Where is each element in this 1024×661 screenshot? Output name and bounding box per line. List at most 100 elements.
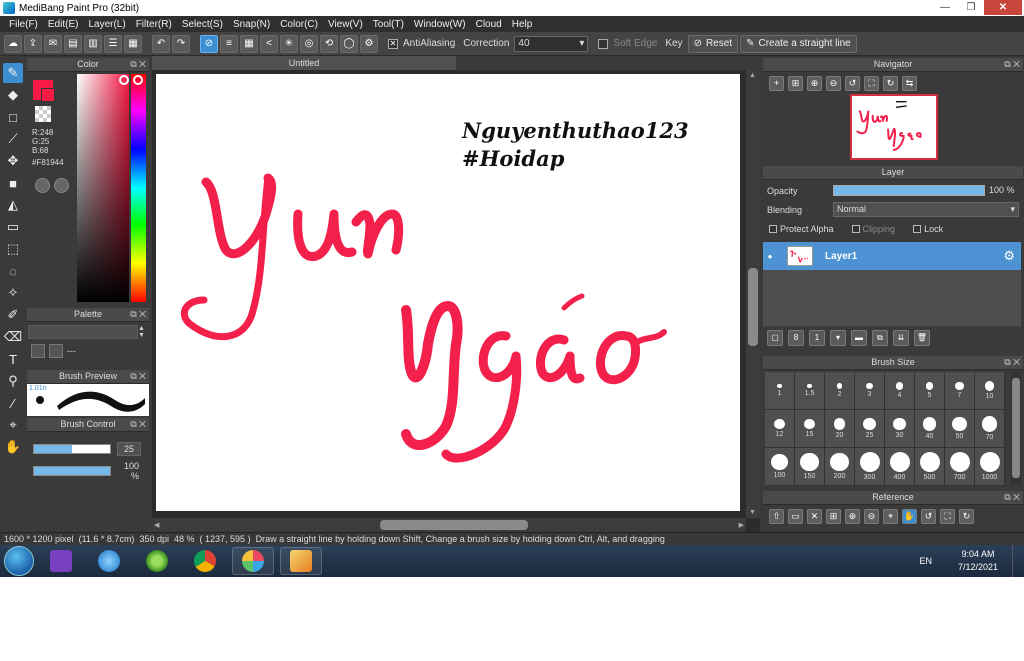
close-icon[interactable]: ✕ — [807, 509, 822, 524]
dot-tool-icon[interactable]: □ — [3, 107, 23, 127]
lasso-select-icon[interactable]: ◌ — [3, 261, 23, 281]
panel-buttons[interactable]: ⧉ ✕ — [130, 370, 146, 383]
minimize-button[interactable]: — — [932, 0, 958, 15]
move-tool-icon[interactable]: ✥ — [3, 151, 23, 171]
select-pen-icon[interactable]: ⟋ — [3, 129, 23, 149]
snap-grid-icon[interactable]: ▦ — [240, 34, 258, 53]
menu-view[interactable]: View(V) — [323, 19, 368, 30]
vertical-scrollbar[interactable]: ▲ ▼ — [746, 70, 760, 518]
hue-cursor[interactable] — [133, 75, 143, 85]
redo-icon[interactable]: ↷ — [172, 34, 190, 53]
scroll-down-icon[interactable]: ▼ — [749, 509, 756, 516]
color-wheel-icon[interactable] — [35, 178, 50, 193]
trash-icon[interactable] — [49, 344, 63, 358]
vertical-scroll-thumb[interactable] — [748, 268, 758, 346]
magic-wand-icon[interactable]: ✧ — [3, 283, 23, 303]
brush-size-value[interactable]: 25 — [117, 442, 141, 456]
hand-tool-icon[interactable]: ✋ — [3, 437, 23, 457]
share-icon[interactable]: ⇪ — [24, 34, 42, 53]
gradient-tool-icon[interactable]: ▭ — [3, 217, 23, 237]
snap-circle-icon[interactable]: ◎ — [300, 34, 318, 53]
layer-settings-icon[interactable]: ▦ — [124, 34, 142, 53]
navigator-thumbnail[interactable] — [850, 94, 938, 160]
menu-filter[interactable]: Filter(R) — [131, 19, 177, 30]
scroll-left-icon[interactable]: ◀ — [154, 521, 159, 529]
menu-file[interactable]: File(F) — [4, 19, 43, 30]
menu-color[interactable]: Color(C) — [275, 19, 323, 30]
menu-select[interactable]: Select(S) — [177, 19, 228, 30]
brush-size-option[interactable]: 400 — [885, 448, 915, 486]
panel-buttons[interactable]: ⧉ ✕ — [1004, 58, 1020, 71]
brush-opacity-slider[interactable] — [33, 466, 111, 476]
create-straight-line-button[interactable]: ✎ Create a straight line — [740, 34, 857, 53]
palette-selector[interactable] — [28, 325, 138, 339]
eyedropper-tool-icon[interactable]: ⌖ — [3, 415, 23, 435]
antialiasing-checkbox[interactable]: ✕ — [388, 38, 398, 49]
menu-cloud[interactable]: Cloud — [471, 19, 507, 30]
operation-tool-icon[interactable]: ⚲ — [3, 371, 23, 391]
open-folder-icon[interactable]: ▭ — [788, 509, 803, 524]
correction-select[interactable]: 40 ▾ — [514, 35, 589, 52]
taskbar-paint[interactable] — [280, 547, 322, 575]
protect-alpha-checkbox[interactable] — [769, 225, 777, 233]
fit-icon[interactable]: ⛶ — [940, 509, 955, 524]
lock-option[interactable]: Lock — [913, 224, 943, 234]
comment-icon[interactable]: ✉ — [44, 34, 62, 53]
snap-curve-icon[interactable]: ⟲ — [320, 34, 338, 53]
add-layer-dropdown-icon[interactable]: ▾ — [830, 330, 846, 346]
brush-size-option[interactable]: 70 — [975, 410, 1005, 448]
brush-size-option[interactable]: 40 — [915, 410, 945, 448]
merge-layer-icon[interactable]: ⇊ — [893, 330, 909, 346]
zoom-out-icon[interactable]: ⊖ — [826, 76, 841, 91]
menu-layer[interactable]: Layer(L) — [83, 19, 130, 30]
rectangle-tool-icon[interactable]: ■ — [3, 173, 23, 193]
brush-size-option[interactable]: 5 — [915, 372, 945, 410]
visibility-icon[interactable]: ● — [763, 252, 777, 261]
panel-buttons[interactable]: ⧉ ✕ — [130, 58, 146, 71]
brush-size-option[interactable]: 2 — [825, 372, 855, 410]
drawing-canvas[interactable]: Nguyenthuthao123 #Hoidap — [156, 74, 740, 511]
brush-size-option[interactable]: 30 — [885, 410, 915, 448]
brush-size-option[interactable]: 25 — [855, 410, 885, 448]
rotate-right-icon[interactable]: ↻ — [959, 509, 974, 524]
select-eraser-icon[interactable]: ⌫ — [3, 327, 23, 347]
snap-parallel-icon[interactable]: ≡ — [220, 34, 238, 53]
folder-icon[interactable]: ▬ — [851, 330, 867, 346]
brush-size-option[interactable]: 12 — [765, 410, 795, 448]
maximize-button[interactable]: ❐ — [958, 0, 984, 15]
close-button[interactable]: ✕ — [984, 0, 1022, 15]
rotate-left-icon[interactable]: ↺ — [845, 76, 860, 91]
horizontal-scrollbar[interactable]: ◀ ▶ — [152, 518, 746, 532]
reset-button[interactable]: ⊘ Reset — [687, 34, 739, 53]
taskbar-medibang[interactable] — [232, 547, 274, 575]
snap-off-icon[interactable]: ⊘ — [200, 34, 218, 53]
flip-icon[interactable]: ⇆ — [902, 76, 917, 91]
brush-size-option[interactable]: 4 — [885, 372, 915, 410]
menu-tool[interactable]: Tool(T) — [368, 19, 409, 30]
soft-edge-checkbox[interactable] — [598, 38, 609, 49]
zoom-out-icon[interactable]: ⊖ — [864, 509, 879, 524]
sv-cursor[interactable] — [119, 75, 129, 85]
scroll-up-icon[interactable]: ▲ — [749, 72, 756, 79]
scroll-right-icon[interactable]: ▶ — [739, 521, 744, 529]
panel-buttons[interactable]: ⧉ ✕ — [130, 418, 146, 431]
zoom-in-alt-icon[interactable]: ⊕ — [807, 76, 822, 91]
brush-size-option[interactable]: 10 — [975, 372, 1005, 410]
brush-size-option[interactable]: 20 — [825, 410, 855, 448]
text-tool-icon[interactable]: T — [3, 349, 23, 369]
new-palette-icon[interactable] — [31, 344, 45, 358]
brush-size-option[interactable]: 500 — [915, 448, 945, 486]
snap-vanishing-icon[interactable]: < — [260, 34, 278, 53]
brush-size-option[interactable]: 1 — [765, 372, 795, 410]
panel-buttons[interactable]: ⧉ ✕ — [130, 308, 146, 321]
menu-snap[interactable]: Snap(N) — [228, 19, 275, 30]
duplicate-layer-icon[interactable]: ⧉ — [872, 330, 888, 346]
brush-size-option[interactable]: 1.5 — [795, 372, 825, 410]
brush-size-option[interactable]: 150 — [795, 448, 825, 486]
canvas-tab[interactable]: Untitled — [152, 56, 456, 70]
zoom-fit-icon[interactable]: ⊞ — [826, 509, 841, 524]
horizontal-scroll-thumb[interactable] — [380, 520, 528, 530]
snap-settings-icon[interactable]: ⚙ — [360, 34, 378, 53]
new-halftone-layer-icon[interactable]: 8 — [788, 330, 804, 346]
brush-tool-icon[interactable]: ✎ — [3, 63, 23, 83]
